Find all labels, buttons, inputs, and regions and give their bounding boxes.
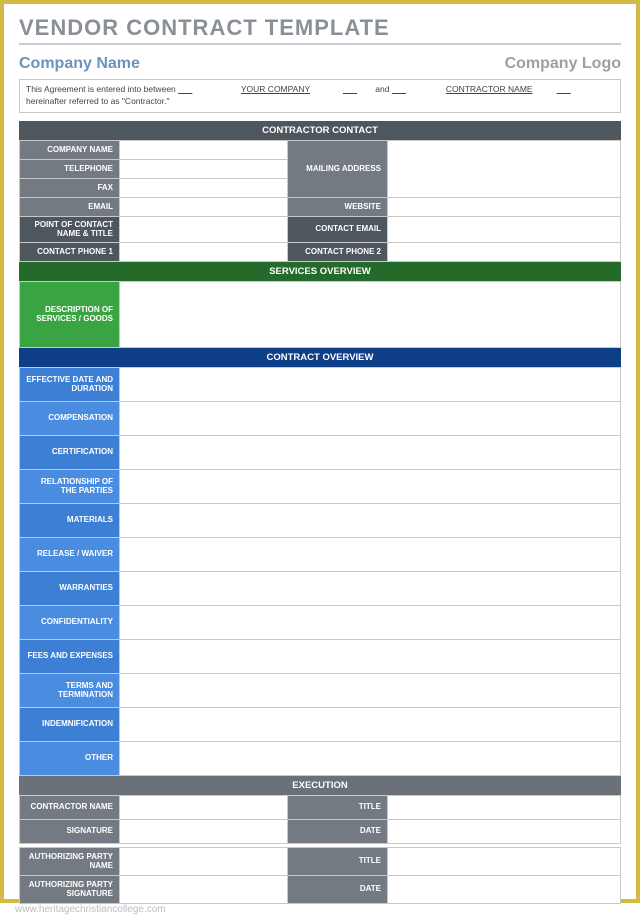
exec-right-value[interactable]: [388, 875, 621, 903]
cc-company-name-value[interactable]: [120, 140, 288, 159]
exec-right-value[interactable]: [388, 819, 621, 843]
cc-email-label: EMAIL: [20, 197, 120, 216]
cc-mailing-address-value[interactable]: [388, 140, 621, 197]
contract-row-value[interactable]: [120, 401, 621, 435]
agreement-contractor: CONTRACTOR NAME: [424, 84, 554, 96]
agreement-blank1: [178, 84, 208, 96]
cc-contact-email-value[interactable]: [388, 216, 621, 242]
exec-left-label: AUTHORIZING PARTY NAME: [20, 847, 120, 875]
contract-row-value[interactable]: [120, 469, 621, 503]
agreement-statement: This Agreement is entered into between Y…: [19, 79, 621, 113]
contract-row-label: WARRANTIES: [20, 571, 120, 605]
agreement-blank4: [557, 84, 587, 96]
agreement-prefix: This Agreement is entered into between: [26, 84, 178, 94]
cc-company-name-label: COMPANY NAME: [20, 140, 120, 159]
cc-email-value[interactable]: [120, 197, 288, 216]
cc-phone2-value[interactable]: [388, 242, 621, 261]
contract-row-label: COMPENSATION: [20, 401, 120, 435]
exec-right-label: TITLE: [288, 795, 388, 819]
company-logo-label: Company Logo: [505, 55, 621, 73]
contract-row-label: MATERIALS: [20, 503, 120, 537]
cc-poc-label: POINT OF CONTACT NAME & TITLE: [20, 216, 120, 242]
contractor-contact-table: COMPANY NAME MAILING ADDRESS TELEPHONE F…: [19, 140, 621, 262]
contract-row-label: OTHER: [20, 741, 120, 775]
exec-left-value[interactable]: [120, 847, 288, 875]
section-contract-overview: CONTRACT OVERVIEW: [19, 348, 621, 367]
cc-fax-label: FAX: [20, 178, 120, 197]
section-services-overview: SERVICES OVERVIEW: [19, 262, 621, 281]
services-desc-label: DESCRIPTION OF SERVICES / GOODS: [20, 281, 120, 347]
agreement-blank3: [392, 84, 422, 96]
cc-mailing-address-label: MAILING ADDRESS: [288, 140, 388, 197]
cc-website-value[interactable]: [388, 197, 621, 216]
cc-telephone-label: TELEPHONE: [20, 159, 120, 178]
contract-row-label: TERMS AND TERMINATION: [20, 673, 120, 707]
exec-left-value[interactable]: [120, 819, 288, 843]
exec-right-value[interactable]: [388, 847, 621, 875]
contract-row-label: RELEASE / WAIVER: [20, 537, 120, 571]
cc-phone2-label: CONTACT PHONE 2: [288, 242, 388, 261]
contract-row-label: RELATIONSHIP OF THE PARTIES: [20, 469, 120, 503]
section-execution: EXECUTION: [19, 776, 621, 795]
exec-left-label: AUTHORIZING PARTY SIGNATURE: [20, 875, 120, 903]
contract-row-label: INDEMNIFICATION: [20, 707, 120, 741]
contract-row-value[interactable]: [120, 605, 621, 639]
exec-right-value[interactable]: [388, 795, 621, 819]
contract-overview-table: EFFECTIVE DATE AND DURATIONCOMPENSATIONC…: [19, 367, 621, 776]
page-title: VENDOR CONTRACT TEMPLATE: [19, 15, 621, 41]
exec-right-label: DATE: [288, 875, 388, 903]
exec-left-label: SIGNATURE: [20, 819, 120, 843]
agreement-middle: and: [375, 84, 392, 94]
cc-poc-value[interactable]: [120, 216, 288, 242]
contract-row-label: FEES AND EXPENSES: [20, 639, 120, 673]
services-desc-value[interactable]: [120, 281, 621, 347]
execution-table: CONTRACTOR NAME TITLE SIGNATURE DATE AUTHORI…: [19, 795, 621, 904]
services-table: DESCRIPTION OF SERVICES / GOODS: [19, 281, 621, 348]
watermark: www.heritagechristiancollege.com: [15, 904, 621, 915]
cc-contact-email-label: CONTACT EMAIL: [288, 216, 388, 242]
exec-left-value[interactable]: [120, 795, 288, 819]
cc-phone1-value[interactable]: [120, 242, 288, 261]
contract-row-label: EFFECTIVE DATE AND DURATION: [20, 367, 120, 401]
contract-row-value[interactable]: [120, 741, 621, 775]
cc-phone1-label: CONTACT PHONE 1: [20, 242, 120, 261]
contract-row-label: CERTIFICATION: [20, 435, 120, 469]
cc-telephone-value[interactable]: [120, 159, 288, 178]
title-divider: [19, 43, 621, 45]
contract-row-value[interactable]: [120, 639, 621, 673]
exec-right-label: TITLE: [288, 847, 388, 875]
section-contractor-contact: CONTRACTOR CONTACT: [19, 121, 621, 140]
cc-fax-value[interactable]: [120, 178, 288, 197]
contract-row-value[interactable]: [120, 571, 621, 605]
agreement-suffix: hereinafter referred to as "Contractor.": [26, 96, 170, 106]
contract-row-value[interactable]: [120, 435, 621, 469]
exec-right-label: DATE: [288, 819, 388, 843]
contract-row-value[interactable]: [120, 537, 621, 571]
company-name-label: Company Name: [19, 55, 140, 73]
agreement-your-company: YOUR COMPANY: [211, 84, 341, 96]
contract-row-value[interactable]: [120, 673, 621, 707]
exec-left-value[interactable]: [120, 875, 288, 903]
contract-row-label: CONFIDENTIALITY: [20, 605, 120, 639]
contract-row-value[interactable]: [120, 367, 621, 401]
cc-website-label: WEBSITE: [288, 197, 388, 216]
contract-row-value[interactable]: [120, 707, 621, 741]
exec-left-label: CONTRACTOR NAME: [20, 795, 120, 819]
agreement-blank2: [343, 84, 373, 96]
contract-row-value[interactable]: [120, 503, 621, 537]
